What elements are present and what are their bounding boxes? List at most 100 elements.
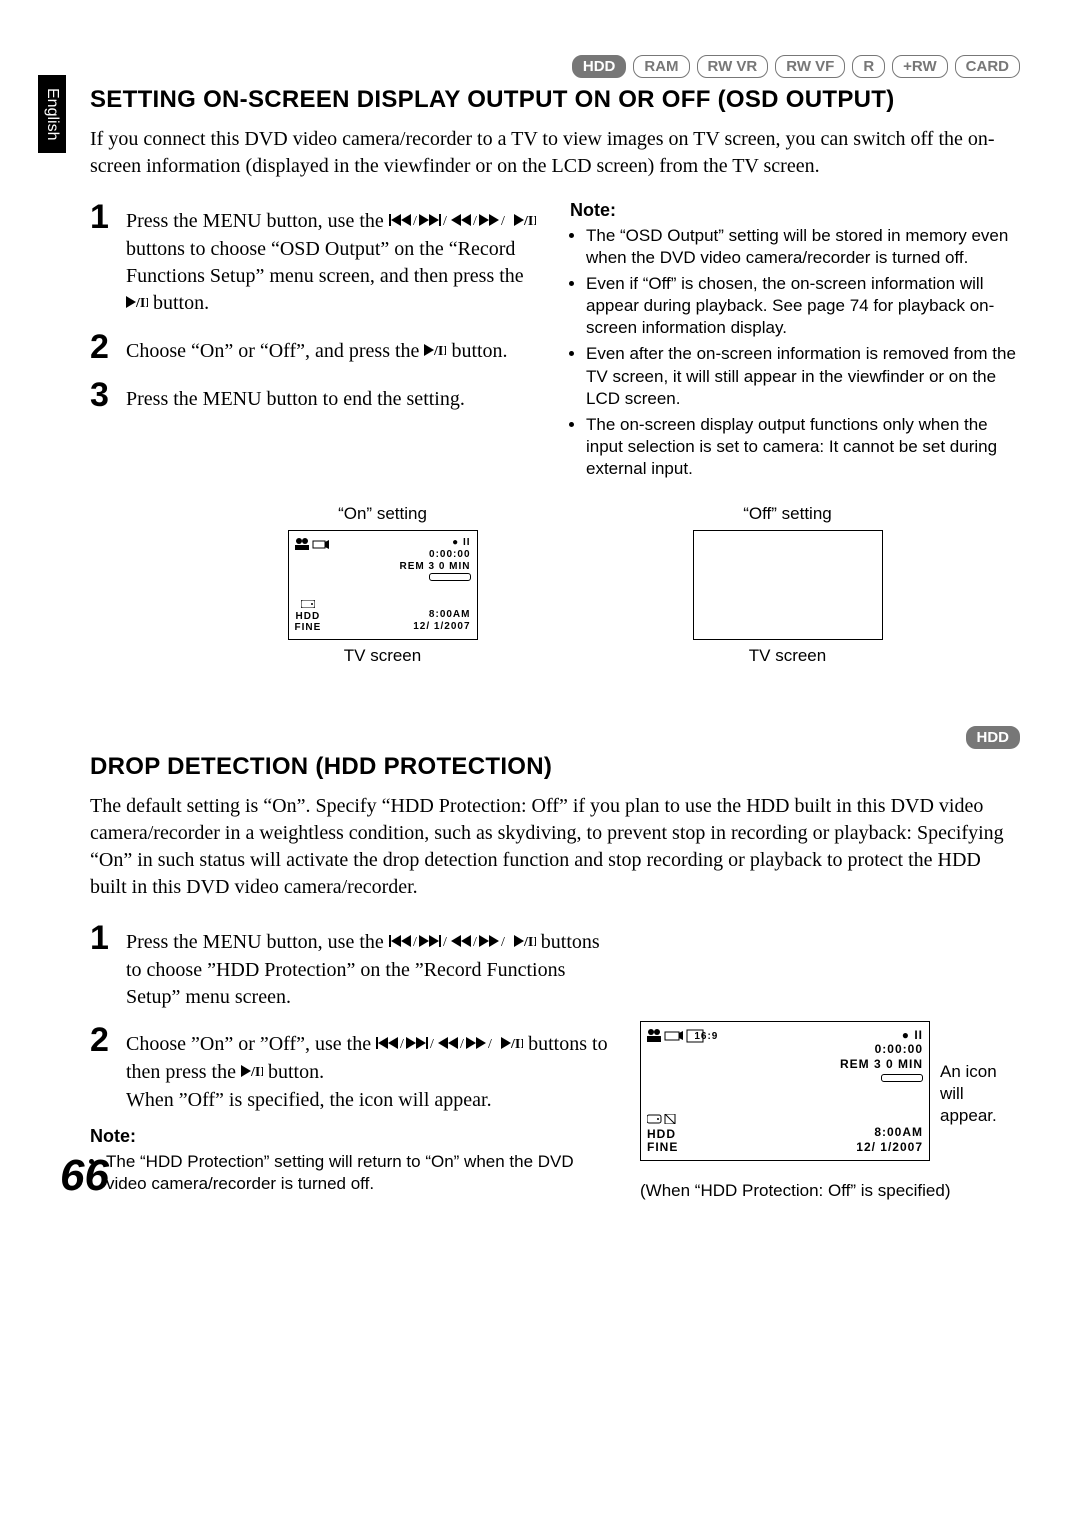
svg-text:/: / [443, 214, 447, 228]
hdd-off-caption: (When “HDD Protection: Off” is specified… [640, 1181, 1020, 1201]
step2-text-a: Choose “On” or “Off”, and press the [126, 340, 424, 362]
date: 12/ 1/2007 [856, 1140, 923, 1154]
section1-step3: Press the MENU button to end the setting… [126, 378, 465, 413]
svg-text:/: / [473, 214, 477, 228]
note-item: Even after the on-screen information is … [586, 343, 1020, 409]
prev-next-back-fwd-play-pause-icon: / / / / [389, 930, 509, 957]
play-pause-icon: /II [514, 930, 536, 957]
tv-screen-caption: TV screen [210, 646, 555, 666]
svg-text:/: / [430, 1037, 434, 1051]
step2-text-b: button. [451, 340, 507, 362]
section1-step2: Choose “On” or “Off”, and press the /II … [126, 330, 508, 366]
prev-next-back-fwd-play-pause-icon: / / / / [389, 209, 509, 236]
rec-time: 0:00:00 [399, 549, 470, 561]
tv-screen-off [693, 530, 883, 640]
tv-screen-on: ● II 0:00:00 REM 3 0 MIN HDD FINE 8:00AM… [288, 530, 478, 640]
svg-text:/: / [473, 935, 477, 949]
language-tab: English [38, 75, 66, 153]
section2-steps: 1 Press the MENU button, use the / / / / [90, 921, 610, 1199]
hdd-label: HDD [647, 1128, 678, 1141]
note-heading: Note: [90, 1126, 610, 1147]
svg-text:/: / [460, 1037, 464, 1051]
section2-intro: The default setting is “On”. Specify “HD… [90, 793, 1020, 901]
fine-label: FINE [647, 1141, 678, 1154]
off-setting-block: “Off” setting TV screen [615, 504, 960, 666]
step2-text-c: button. [268, 1061, 324, 1083]
note-item: The on-screen display output functions o… [586, 414, 1020, 480]
step-number-3: 3 [90, 378, 118, 413]
step-number-2: 2 [90, 330, 118, 366]
note-item: The “OSD Output” setting will be stored … [586, 225, 1020, 269]
people-movie-aspect-icon: 16:9 [647, 1028, 733, 1047]
svg-text:/II: /II [433, 344, 446, 358]
hdd-drive-icon [295, 600, 322, 611]
note-item: The “HDD Protection” setting will return… [106, 1151, 610, 1195]
hdd-drive-protection-off-icon [647, 1114, 678, 1127]
hdd-off-screen: 16:9 ● II 0:00:00 REM 3 0 MIN [640, 1021, 930, 1161]
page-number: 66 [60, 1151, 109, 1201]
svg-text:/II: /II [523, 214, 536, 228]
svg-text:/: / [501, 935, 505, 949]
badge-r: R [852, 55, 885, 78]
svg-text:/: / [501, 214, 505, 228]
svg-text:/: / [488, 1037, 492, 1051]
section2-step2: Choose ”On” or ”Off”, use the / / / / [126, 1023, 610, 1114]
step2-text-a: Choose ”On” or ”Off”, use the [126, 1033, 376, 1055]
step-number-1: 1 [90, 921, 118, 1011]
off-label: “Off” setting [615, 504, 960, 524]
play-pause-icon: /II [501, 1032, 523, 1059]
date: 12/ 1/2007 [413, 621, 470, 633]
badge-plusrw: +RW [892, 55, 947, 78]
section1-intro: If you connect this DVD video camera/rec… [90, 126, 1020, 180]
media-badges-row-2: HDD [90, 726, 1020, 749]
section1-steps: 1 Press the MENU button, use the / / / / [90, 200, 540, 484]
rec-indicator-icon: ● II [399, 537, 470, 549]
note-item: Even if “Off” is chosen, the on-screen i… [586, 273, 1020, 339]
badge-hdd: HDD [966, 726, 1021, 749]
icon-appear-note: An icon will appear. [940, 1061, 1020, 1127]
people-movie-icon [295, 537, 331, 554]
media-badges-row-1: HDD RAM RW VR RW VF R +RW CARD [90, 55, 1020, 78]
play-pause-icon: /II [241, 1060, 263, 1087]
section1-title: SETTING ON-SCREEN DISPLAY OUTPUT ON OR O… [90, 86, 1020, 114]
rem-time: REM 3 0 MIN [840, 1057, 923, 1071]
step-number-2: 2 [90, 1023, 118, 1114]
step1-text-c: button. [153, 292, 209, 314]
badge-ram: RAM [633, 55, 689, 78]
svg-text:/: / [413, 935, 417, 949]
section1-step1: Press the MENU button, use the / / / / [126, 200, 540, 318]
badge-card: CARD [955, 55, 1020, 78]
badge-rwvf: RW VF [775, 55, 845, 78]
prev-next-back-fwd-play-pause-icon: / / / / [376, 1032, 496, 1059]
step1-text-b: buttons to choose “OSD Output” on the “R… [126, 238, 524, 287]
rem-time: REM 3 0 MIN [399, 561, 470, 573]
clock-time: 8:00AM [856, 1125, 923, 1139]
step2-text-d: When ”Off” is specified, the icon will a… [126, 1089, 492, 1111]
section2-step1: Press the MENU button, use the / / / / [126, 921, 610, 1011]
badge-hdd: HDD [572, 55, 627, 78]
hdd-label: HDD [295, 611, 322, 622]
step1-text-a: Press the MENU button, use the [126, 210, 389, 232]
clock-time: 8:00AM [413, 609, 470, 621]
on-setting-block: “On” setting ● II 0:00:00 REM 3 0 MIN [210, 504, 555, 666]
aspect-ratio: 16:9 [694, 1031, 718, 1042]
rec-indicator-icon: ● II [840, 1028, 923, 1042]
fine-label: FINE [295, 622, 322, 633]
badge-rwvr: RW VR [697, 55, 769, 78]
svg-text:/: / [413, 214, 417, 228]
play-pause-icon: /II [126, 291, 148, 318]
svg-text:/II: /II [510, 1037, 523, 1051]
section2-title: DROP DETECTION (HDD PROTECTION) [90, 753, 1020, 781]
play-pause-icon: /II [514, 209, 536, 236]
section1-notes: Note: The “OSD Output” setting will be s… [570, 200, 1020, 484]
svg-text:/II: /II [135, 296, 148, 310]
step1-text-a: Press the MENU button, use the [126, 931, 389, 953]
svg-text:/: / [443, 935, 447, 949]
svg-text:/: / [400, 1037, 404, 1051]
step-number-1: 1 [90, 200, 118, 318]
note-heading: Note: [570, 200, 1020, 221]
section2-screen-side: 16:9 ● II 0:00:00 REM 3 0 MIN [640, 921, 1020, 1201]
svg-text:/II: /II [250, 1065, 263, 1079]
battery-bar-icon [881, 1074, 923, 1082]
battery-bar-icon [429, 573, 471, 581]
